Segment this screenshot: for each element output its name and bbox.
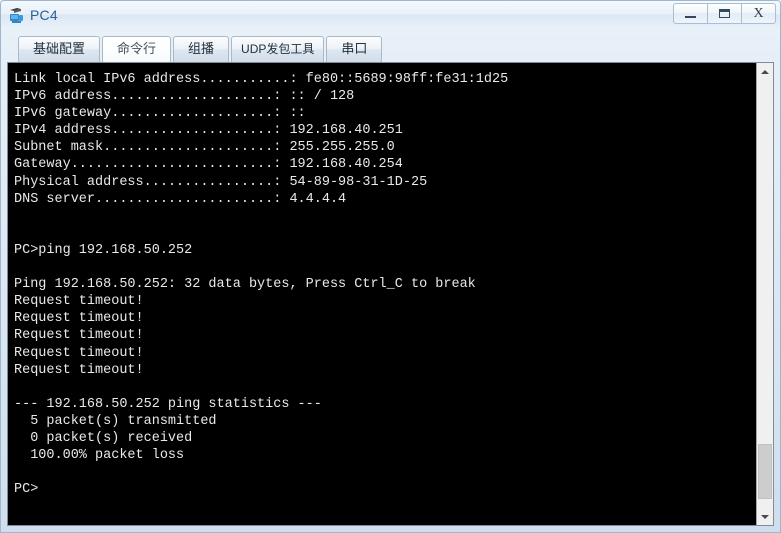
terminal-line: PC> bbox=[14, 482, 39, 498]
scroll-up-button[interactable] bbox=[757, 63, 773, 80]
terminal-line: 0 packet(s) received bbox=[14, 430, 193, 446]
tab-2[interactable]: 组播 bbox=[173, 36, 230, 62]
chevron-down-icon bbox=[761, 514, 769, 519]
window-controls: X bbox=[673, 3, 776, 24]
terminal-line: Physical address................: 54-89-… bbox=[14, 174, 428, 190]
terminal-line: Request timeout! bbox=[14, 328, 144, 344]
pc4-window: PC4 X 基础配置 命令行 组播 UDP发包工具 串口 Link local IPv6… bbox=[0, 0, 781, 533]
terminal-line: --- 192.168.50.252 ping statistics --- bbox=[14, 396, 322, 412]
terminal-output[interactable]: Link local IPv6 address...........: fe80… bbox=[8, 63, 756, 525]
terminal-line: Link local IPv6 address...........: fe80… bbox=[14, 72, 509, 87]
maximize-icon bbox=[719, 9, 730, 18]
tab-strip: 基础配置 命令行 组播 UDP发包工具 串口 bbox=[7, 33, 774, 62]
client-area: 基础配置 命令行 组播 UDP发包工具 串口 Link local IPv6 addre… bbox=[1, 28, 780, 532]
terminal-panel: Link local IPv6 address...........: fe80… bbox=[7, 62, 774, 526]
tab-3[interactable]: UDP发包工具 bbox=[231, 36, 325, 62]
terminal-line: Request timeout! bbox=[14, 311, 144, 327]
maximize-button[interactable] bbox=[707, 3, 742, 24]
terminal-line: Request timeout! bbox=[14, 362, 144, 378]
terminal-line: 100.00% packet loss bbox=[14, 448, 185, 464]
terminal-line: Subnet mask.....................: 255.25… bbox=[14, 140, 395, 156]
close-icon: X bbox=[753, 5, 764, 21]
window-title: PC4 bbox=[30, 6, 58, 23]
terminal-line: Gateway.........................: 192.16… bbox=[14, 157, 403, 173]
chevron-up-icon bbox=[761, 69, 769, 74]
pc-device-icon bbox=[8, 6, 26, 24]
terminal-line: Ping 192.168.50.252: 32 data bytes, Pres… bbox=[14, 277, 476, 293]
terminal-line: DNS server......................: 4.4.4.… bbox=[14, 191, 347, 207]
terminal-scrollbar[interactable] bbox=[756, 63, 773, 525]
terminal-line: IPv6 gateway....................: :: bbox=[14, 106, 306, 122]
terminal-line: Request timeout! bbox=[14, 294, 144, 310]
terminal-line: Request timeout! bbox=[14, 345, 144, 361]
terminal-line: IPv4 address....................: 192.16… bbox=[14, 123, 403, 139]
tab-0[interactable]: 基础配置 bbox=[18, 36, 101, 62]
tab-1[interactable]: 命令行 bbox=[102, 36, 172, 62]
terminal-line: 5 packet(s) transmitted bbox=[14, 413, 217, 429]
terminal-line: IPv6 address....................: :: / 1… bbox=[14, 89, 355, 105]
minimize-button[interactable] bbox=[673, 3, 708, 24]
terminal-line: PC>ping 192.168.50.252 bbox=[14, 242, 193, 258]
tab-4[interactable]: 串口 bbox=[326, 36, 383, 62]
scrollbar-thumb[interactable] bbox=[758, 443, 772, 500]
close-button[interactable]: X bbox=[741, 3, 776, 24]
minimize-icon bbox=[685, 16, 696, 18]
scroll-down-button[interactable] bbox=[757, 508, 773, 525]
title-bar: PC4 X bbox=[1, 1, 780, 28]
